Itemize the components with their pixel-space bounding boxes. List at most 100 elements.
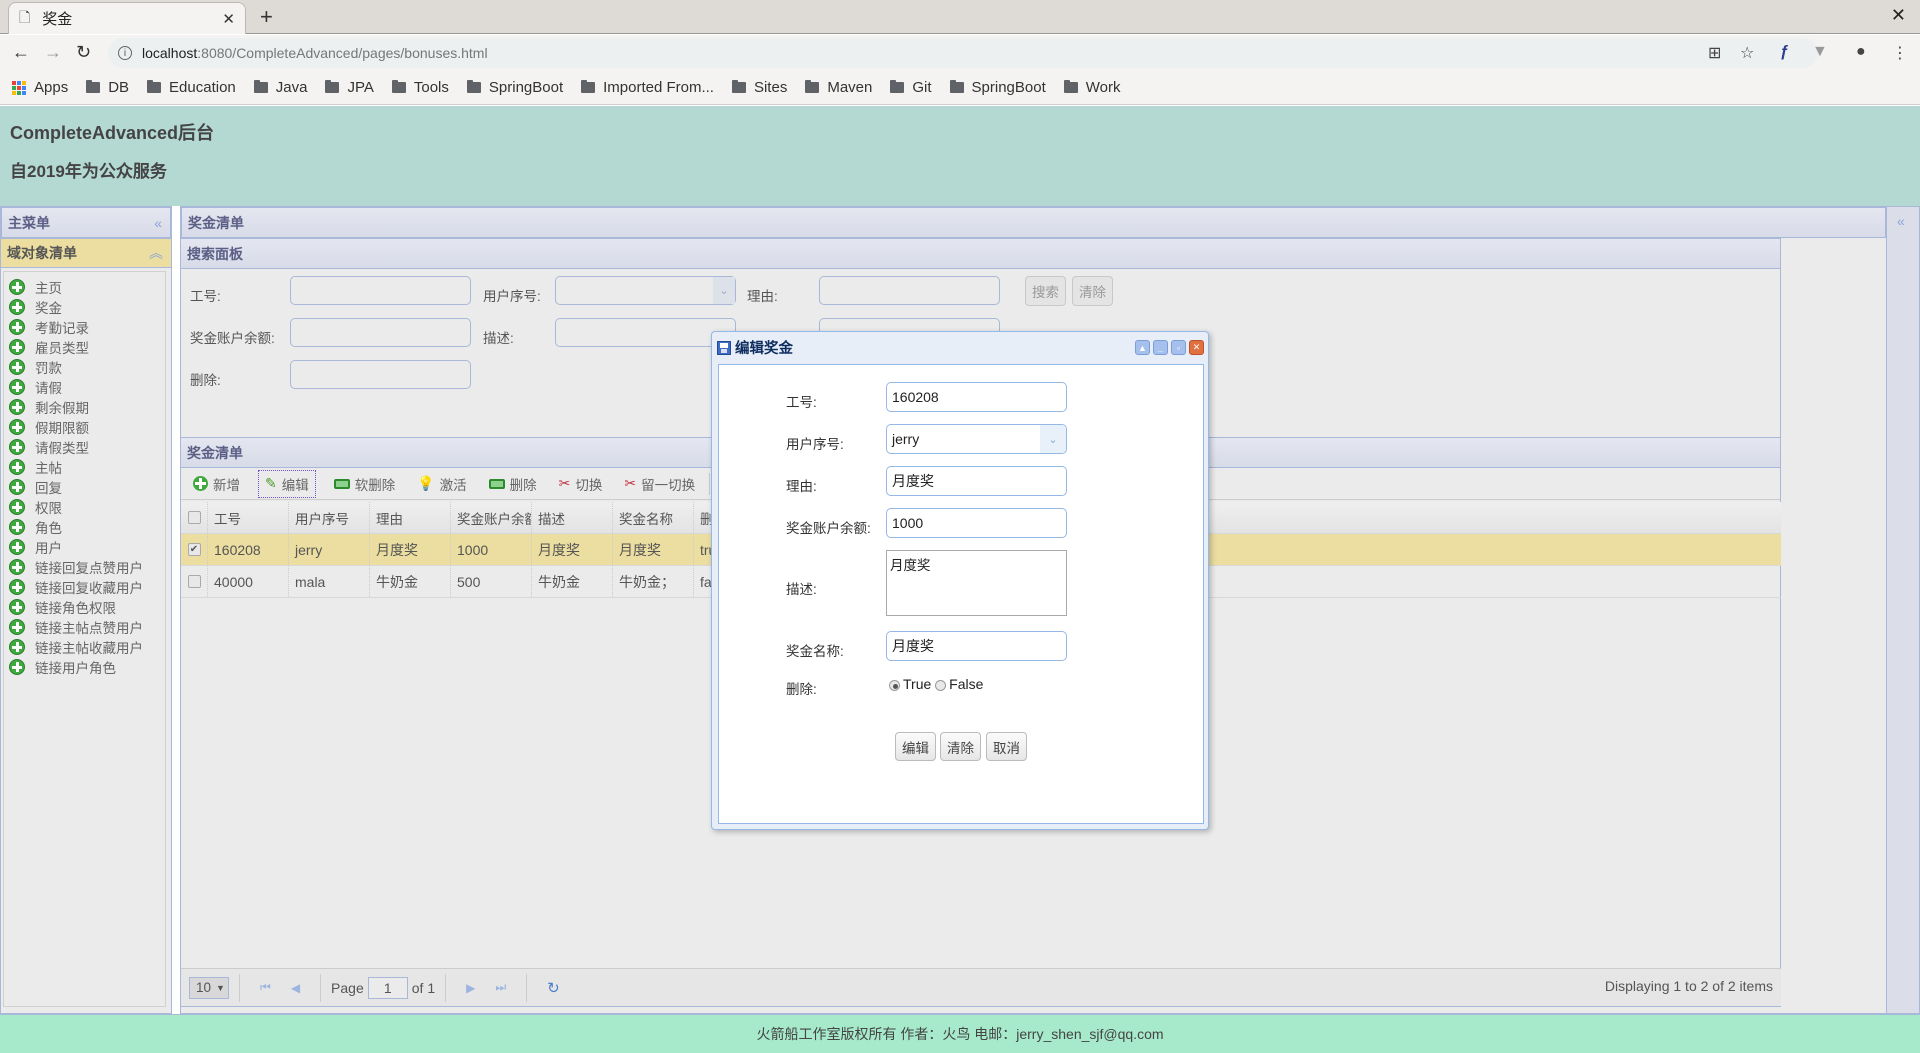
sidebar-item[interactable]: 权限 xyxy=(4,497,165,517)
checkbox[interactable] xyxy=(187,511,201,524)
radio-checked[interactable] xyxy=(889,679,900,691)
column-header[interactable]: 理由 xyxy=(370,502,451,533)
minimize-dialog-button[interactable]: _ xyxy=(1153,340,1168,355)
edit-button[interactable]: ✎ 编辑 xyxy=(258,469,316,498)
menu-icon[interactable]: ⋮ xyxy=(1892,43,1908,63)
search-description-input[interactable] xyxy=(555,318,736,347)
bookmark-apps[interactable]: Apps xyxy=(12,79,68,96)
row-checkbox[interactable] xyxy=(181,566,208,597)
info-icon[interactable]: i xyxy=(118,46,132,60)
sidebar-item[interactable]: 主帖 xyxy=(4,457,165,477)
last-page-icon[interactable]: ⏭ xyxy=(495,980,506,995)
row-checkbox[interactable]: ✔ xyxy=(181,534,208,565)
search-user-select[interactable]: ⌄ xyxy=(555,276,736,305)
select-all-checkbox[interactable] xyxy=(181,502,208,533)
sidebar-item[interactable]: 剩余假期 xyxy=(4,397,165,417)
radio-true[interactable]: True xyxy=(889,676,931,692)
chevron-down-icon[interactable]: ⌄ xyxy=(713,277,735,304)
toggle-button[interactable]: ✂ 切换 xyxy=(555,470,607,498)
radio-false[interactable]: False xyxy=(935,676,983,692)
sidebar-item[interactable]: 奖金 xyxy=(4,297,165,317)
bookmark-folder[interactable]: Maven xyxy=(805,79,872,96)
toggle-one-button[interactable]: ✂ 留一切换 xyxy=(620,470,699,498)
sidebar-item[interactable]: 罚款 xyxy=(4,357,165,377)
prev-page-icon[interactable]: ◀ xyxy=(291,981,300,995)
sidebar-item[interactable]: 角色 xyxy=(4,517,165,537)
edit-submit-button[interactable]: 编辑 xyxy=(895,732,936,761)
translate-icon[interactable]: ⊞ xyxy=(1708,43,1721,63)
back-button[interactable]: ← xyxy=(12,42,30,63)
sidebar-item[interactable]: 链接主帖收藏用户 xyxy=(4,637,165,657)
checkbox[interactable] xyxy=(187,575,201,588)
bookmark-folder[interactable]: Imported From... xyxy=(581,79,714,96)
east-panel-collapsed[interactable]: « xyxy=(1887,206,1920,1014)
search-balance-input[interactable] xyxy=(290,318,471,347)
delete-button[interactable]: 删除 xyxy=(485,470,541,498)
column-header[interactable]: 奖金账户余额 xyxy=(451,502,532,533)
maximize-dialog-button[interactable]: ▫ xyxy=(1171,340,1186,355)
checkbox-checked[interactable]: ✔ xyxy=(187,543,201,556)
bookmark-folder[interactable]: Education xyxy=(147,79,236,96)
clear-button[interactable]: 清除 xyxy=(1072,276,1113,306)
add-button[interactable]: 新增 xyxy=(189,470,244,498)
column-header[interactable]: 奖金名称 xyxy=(613,502,694,533)
profile-icon[interactable]: ● xyxy=(1856,43,1866,61)
collapse-up-icon[interactable]: ︽ xyxy=(149,243,163,263)
expand-left-icon[interactable]: « xyxy=(1897,213,1905,229)
bookmark-folder[interactable]: Git xyxy=(890,79,932,96)
sidebar-item[interactable]: 雇员类型 xyxy=(4,337,165,357)
search-reason-input[interactable] xyxy=(819,276,1000,305)
sidebar-item[interactable]: 链接角色权限 xyxy=(4,597,165,617)
bookmark-folder[interactable]: JPA xyxy=(325,79,374,96)
clear-form-button[interactable]: 清除 xyxy=(940,732,981,761)
reload-button[interactable]: ↻ xyxy=(76,42,91,63)
bookmark-folder[interactable]: Work xyxy=(1063,79,1120,96)
reason-input[interactable]: 月度奖 xyxy=(886,466,1067,496)
sidebar-item[interactable]: 主页 xyxy=(4,277,165,297)
collapse-dialog-button[interactable]: ▲ xyxy=(1135,340,1150,355)
new-tab-button[interactable]: + xyxy=(260,4,273,30)
description-textarea[interactable]: 月度奖 xyxy=(886,550,1067,616)
page-number-input[interactable]: 1 xyxy=(367,976,408,999)
bonus-name-input[interactable]: 月度奖 xyxy=(886,631,1067,661)
sidebar-item[interactable]: 假期限额 xyxy=(4,417,165,437)
bookmark-folder[interactable]: Sites xyxy=(731,79,787,96)
bookmark-folder[interactable]: SpringBoot xyxy=(949,79,1046,96)
dialog-header[interactable]: 编辑奖金 ▲ _ ▫ ✕ xyxy=(712,332,1208,363)
chevron-down-icon[interactable]: ⌄ xyxy=(1040,425,1066,453)
fedora-extension-icon[interactable]: ƒ xyxy=(1780,43,1789,61)
bookmark-folder[interactable]: Java xyxy=(253,79,307,96)
activate-button[interactable]: 💡 激活 xyxy=(413,470,470,498)
vue-extension-icon[interactable]: ▼ xyxy=(1812,43,1828,61)
sidebar-item[interactable]: 请假类型 xyxy=(4,437,165,457)
radio-unchecked[interactable] xyxy=(935,679,947,691)
browser-tab[interactable]: 🗋 奖金 ✕ xyxy=(8,2,246,34)
search-employee-id-input[interactable] xyxy=(290,276,471,305)
first-page-icon[interactable]: ⏮ xyxy=(260,980,271,995)
bookmark-star-icon[interactable]: ☆ xyxy=(1740,43,1754,63)
page-size-select[interactable]: 10 ▼ xyxy=(189,976,229,999)
bookmark-folder[interactable]: SpringBoot xyxy=(466,79,563,96)
sidebar-item[interactable]: 链接主帖点赞用户 xyxy=(4,617,165,637)
sidebar-item[interactable]: 用户 xyxy=(4,537,165,557)
sidebar-item[interactable]: 考勤记录 xyxy=(4,317,165,337)
soft-delete-button[interactable]: 软删除 xyxy=(330,470,400,498)
employee-id-input[interactable]: 160208 xyxy=(886,382,1067,412)
tab-close-icon[interactable]: ✕ xyxy=(222,10,235,28)
window-close-button[interactable]: ✕ xyxy=(1891,5,1906,26)
sidebar-item[interactable]: 请假 xyxy=(4,377,165,397)
accordion-header[interactable]: 域对象清单 ︽ xyxy=(1,238,171,268)
refresh-icon[interactable]: ↻ xyxy=(547,979,560,997)
column-header[interactable]: 用户序号 xyxy=(289,502,370,533)
user-select[interactable]: jerry ⌄ xyxy=(886,424,1067,454)
cancel-button[interactable]: 取消 xyxy=(986,732,1027,761)
sidebar-item[interactable]: 链接回复收藏用户 xyxy=(4,577,165,597)
sidebar-item[interactable]: 回复 xyxy=(4,477,165,497)
forward-button[interactable]: → xyxy=(44,42,62,63)
collapse-left-icon[interactable]: « xyxy=(154,215,162,231)
search-button[interactable]: 搜索 xyxy=(1025,276,1066,306)
sidebar-item[interactable]: 链接回复点赞用户 xyxy=(4,557,165,577)
sidebar-item[interactable]: 链接用户角色 xyxy=(4,657,165,677)
close-dialog-button[interactable]: ✕ xyxy=(1189,340,1204,355)
bookmark-folder[interactable]: Tools xyxy=(391,79,449,96)
